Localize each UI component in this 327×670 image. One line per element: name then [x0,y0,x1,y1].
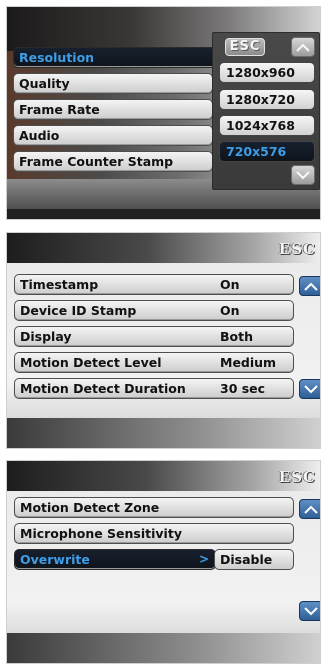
menu-item-frame-counter-stamp[interactable]: Frame Counter Stamp [13,151,213,172]
option-1024x768[interactable]: 1024x768 [219,115,315,136]
title-bar: ESC [7,233,320,263]
scroll-up-button[interactable] [299,276,320,296]
option-label: 720x576 [226,144,287,159]
setting-label: Device ID Stamp [20,303,137,318]
screen-resolution: Resolution > Quality Frame Rate Audio Fr… [6,6,321,220]
setting-row-motion-detect-duration[interactable]: Motion Detect Duration 30 sec [14,378,294,399]
setting-label: Overwrite [20,552,90,567]
esc-button[interactable]: ESC [279,240,316,258]
menu-item-frame-rate[interactable]: Frame Rate [13,99,213,120]
setting-value: Medium [220,355,277,370]
option-label: 1280x720 [226,92,295,107]
setting-value: Disable [220,552,273,567]
setting-label: Display [20,329,72,344]
bottom-bar [7,418,320,448]
setting-row-timestamp[interactable]: Timestamp On [14,274,294,295]
setting-row-overwrite[interactable]: Overwrite > [14,549,216,570]
menu-item-label: Frame Rate [19,102,100,117]
menu-item-quality[interactable]: Quality [13,73,213,94]
scroll-up-button[interactable] [291,37,315,57]
setting-value: Both [220,329,253,344]
scroll-down-button[interactable] [299,601,320,621]
setting-row-motion-detect-level[interactable]: Motion Detect Level Medium [14,352,294,373]
down-arrow-icon [304,384,318,393]
setting-value: On [220,277,240,292]
option-label: 1280x960 [226,65,295,80]
scroll-down-button[interactable] [299,379,320,399]
setting-label: Motion Detect Duration [20,381,186,396]
setting-label: Timestamp [20,277,99,292]
menu-item-label: Resolution [19,50,95,65]
setting-row-motion-detect-zone[interactable]: Motion Detect Zone [14,497,294,518]
esc-button[interactable]: ESC [225,38,265,56]
scroll-up-button[interactable] [299,499,320,519]
setting-label: Microphone Sensitivity [20,526,182,541]
menu-item-audio[interactable]: Audio [13,125,213,146]
setting-value: On [220,303,240,318]
bottom-bar [7,633,320,663]
scroll-down-button[interactable] [291,165,315,185]
option-1280x960[interactable]: 1280x960 [219,62,315,83]
setting-row-display[interactable]: Display Both [14,326,294,347]
title-bar: ESC [7,461,320,491]
chevron-right-icon: > [198,552,209,566]
screen-settings-motion: ESC Motion Detect Zone Microphone Sensit… [6,460,321,664]
menu-item-resolution[interactable]: Resolution > [13,47,228,68]
down-arrow-icon [296,170,310,179]
camera-view-band [7,209,320,219]
esc-button[interactable]: ESC [279,468,316,486]
option-720x576[interactable]: 720x576 [219,141,315,162]
menu-item-label: Quality [19,76,70,91]
setting-value: 30 sec [220,381,266,396]
screen-settings-stamps: ESC Timestamp On Device ID Stamp On Disp… [6,232,321,449]
overwrite-value[interactable]: Disable [214,549,294,570]
down-arrow-icon [304,606,318,615]
setting-label: Motion Detect Zone [20,500,160,515]
setting-row-microphone-sensitivity[interactable]: Microphone Sensitivity [14,523,294,544]
setting-row-device-id-stamp[interactable]: Device ID Stamp On [14,300,294,321]
menu-item-label: Audio [19,128,60,143]
option-1280x720[interactable]: 1280x720 [219,89,315,110]
up-arrow-icon [304,282,318,291]
setting-label: Motion Detect Level [20,355,162,370]
up-arrow-icon [296,43,310,52]
menu-item-label: Frame Counter Stamp [19,154,174,169]
option-label: 1024x768 [226,118,295,133]
up-arrow-icon [304,505,318,514]
